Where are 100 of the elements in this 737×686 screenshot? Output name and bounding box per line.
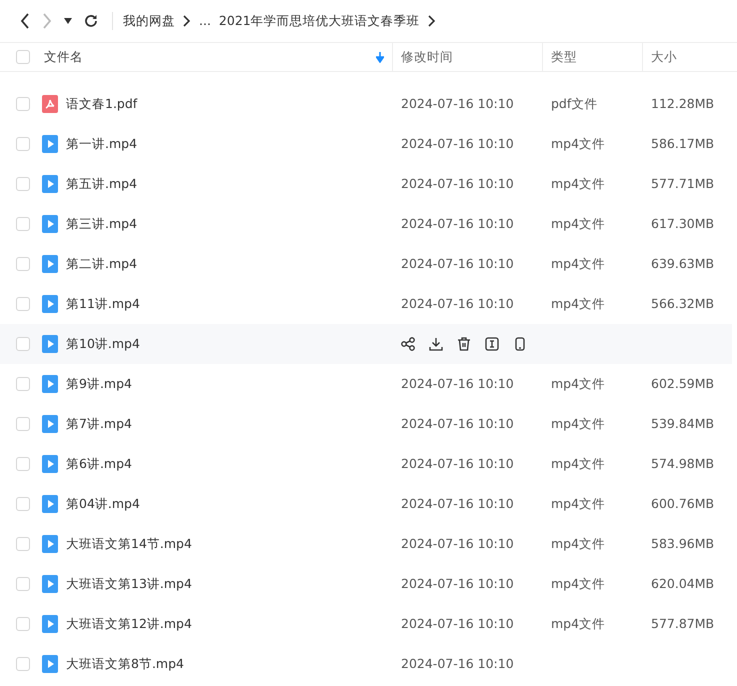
file-row[interactable]: 第6讲.mp4 2024-07-16 10:10 mp4文件 574.98MB bbox=[0, 444, 737, 484]
caret-icon bbox=[64, 18, 72, 24]
file-name[interactable]: 第11讲.mp4 bbox=[66, 294, 140, 314]
refresh-icon bbox=[84, 14, 98, 28]
download-button[interactable] bbox=[429, 337, 443, 351]
file-row[interactable]: 第三讲.mp4 2024-07-16 10:10 mp4文件 617.30MB bbox=[0, 204, 737, 244]
row-checkbox[interactable] bbox=[16, 377, 30, 391]
file-row[interactable]: 语文春1.pdf 2024-07-16 10:10 pdf文件 112.28MB bbox=[0, 84, 737, 124]
row-checkbox[interactable] bbox=[16, 537, 30, 551]
row-checkbox[interactable] bbox=[16, 297, 30, 311]
sort-arrow-icon bbox=[376, 52, 384, 62]
modified-time: 2024-07-16 10:10 bbox=[400, 654, 515, 673]
share-button[interactable] bbox=[401, 337, 415, 351]
video-file-icon bbox=[42, 535, 58, 553]
chevron-icon bbox=[428, 15, 436, 27]
file-row[interactable]: 大班语文第14节.mp4 2024-07-16 10:10 mp4文件 583.96MB bbox=[0, 524, 737, 564]
pdf-file-icon bbox=[42, 95, 58, 113]
video-file-icon bbox=[42, 295, 58, 313]
file-name[interactable]: 第7讲.mp4 bbox=[66, 414, 132, 434]
file-row[interactable]: 大班语文第13讲.mp4 2024-07-16 10:10 mp4文件 620.04MB bbox=[0, 564, 737, 604]
modified-time: 2024-07-16 10:10 bbox=[400, 454, 515, 473]
modified-time: 2024-07-16 10:10 bbox=[400, 374, 515, 393]
file-row[interactable]: 第五讲.mp4 2024-07-16 10:10 mp4文件 577.71MB bbox=[0, 164, 737, 204]
select-all-checkbox[interactable] bbox=[16, 50, 30, 64]
rename-button[interactable] bbox=[485, 337, 499, 351]
file-name[interactable]: 第6讲.mp4 bbox=[66, 454, 132, 474]
file-name[interactable]: 第9讲.mp4 bbox=[66, 374, 132, 394]
file-name[interactable]: 第一讲.mp4 bbox=[66, 134, 138, 154]
file-name[interactable]: 大班语文第13讲.mp4 bbox=[66, 574, 192, 594]
file-row[interactable]: 第11讲.mp4 2024-07-16 10:10 mp4文件 566.32MB bbox=[0, 284, 737, 324]
highlighted-row[interactable]: 第10讲.mp4 bbox=[0, 324, 732, 364]
file-name[interactable]: 第04讲.mp4 bbox=[66, 494, 140, 514]
breadcrumb-link[interactable]: ... bbox=[199, 12, 211, 30]
file-type: mp4文件 bbox=[550, 374, 606, 393]
modified-time: 2024-07-16 10:10 bbox=[400, 174, 515, 193]
row-checkbox[interactable] bbox=[16, 417, 30, 431]
row-checkbox[interactable] bbox=[16, 617, 30, 631]
file-row[interactable]: 第04讲.mp4 2024-07-16 10:10 mp4文件 600.76MB bbox=[0, 484, 737, 524]
delete-button[interactable] bbox=[457, 337, 471, 351]
file-name[interactable]: 第三讲.mp4 bbox=[66, 214, 138, 234]
file-type: mp4文件 bbox=[550, 494, 606, 513]
file-type: mp4文件 bbox=[550, 174, 606, 193]
share-icon bbox=[401, 337, 415, 351]
send-to-phone-button[interactable] bbox=[513, 337, 527, 351]
column-header[interactable]: 类型 bbox=[551, 48, 577, 66]
row-checkbox[interactable] bbox=[16, 497, 30, 511]
rename-icon bbox=[485, 337, 499, 351]
file-row[interactable]: 第一讲.mp4 2024-07-16 10:10 mp4文件 586.17MB bbox=[0, 124, 737, 164]
file-type: mp4文件 bbox=[550, 214, 606, 233]
video-file-icon bbox=[42, 495, 58, 513]
forward-icon bbox=[42, 13, 52, 29]
row-checkbox[interactable] bbox=[16, 217, 30, 231]
file-row[interactable]: 大班语文第12讲.mp4 2024-07-16 10:10 mp4文件 577.87MB bbox=[0, 604, 737, 644]
file-name[interactable]: 大班语文第14节.mp4 bbox=[66, 534, 192, 554]
chevron-icon bbox=[183, 15, 191, 27]
row-checkbox[interactable] bbox=[16, 137, 30, 151]
file-row[interactable]: 大班语文第8节.mp4 2024-07-16 10:10 bbox=[0, 644, 737, 684]
file-row[interactable]: 第7讲.mp4 2024-07-16 10:10 mp4文件 539.84MB bbox=[0, 404, 737, 444]
row-checkbox[interactable] bbox=[16, 97, 30, 111]
file-name[interactable]: 第10讲.mp4 bbox=[66, 334, 140, 354]
trash-icon bbox=[457, 337, 471, 351]
row-checkbox[interactable] bbox=[16, 337, 30, 351]
column-header[interactable]: 文件名 bbox=[44, 48, 83, 66]
file-type: mp4文件 bbox=[550, 574, 606, 593]
video-file-icon bbox=[42, 335, 58, 353]
file-type: mp4文件 bbox=[550, 254, 606, 273]
column-header[interactable]: 修改时间 bbox=[401, 48, 453, 66]
breadcrumb-link[interactable]: 2021年学而思培优大班语文春季班 bbox=[218, 12, 420, 30]
modified-time: 2024-07-16 10:10 bbox=[400, 134, 515, 153]
file-type: mp4文件 bbox=[550, 614, 606, 633]
row-checkbox[interactable] bbox=[16, 257, 30, 271]
file-size: 574.98MB bbox=[650, 454, 716, 473]
row-checkbox[interactable] bbox=[16, 457, 30, 471]
modified-time: 2024-07-16 10:10 bbox=[400, 94, 515, 113]
video-file-icon bbox=[42, 255, 58, 273]
row-checkbox[interactable] bbox=[16, 177, 30, 191]
video-file-icon bbox=[42, 415, 58, 433]
file-size: 639.63MB bbox=[650, 254, 716, 273]
file-name[interactable]: 语文春1.pdf bbox=[66, 94, 138, 114]
file-size: 577.87MB bbox=[650, 614, 716, 633]
modified-time: 2024-07-16 10:10 bbox=[400, 494, 515, 513]
file-size: 112.28MB bbox=[650, 94, 716, 113]
file-type: mp4文件 bbox=[550, 454, 606, 473]
file-row[interactable]: 第9讲.mp4 2024-07-16 10:10 mp4文件 602.59MB bbox=[0, 364, 737, 404]
file-name[interactable]: 第二讲.mp4 bbox=[66, 254, 138, 274]
file-name[interactable]: 第五讲.mp4 bbox=[66, 174, 138, 194]
file-type: mp4文件 bbox=[550, 534, 606, 553]
row-checkbox[interactable] bbox=[16, 577, 30, 591]
video-file-icon bbox=[42, 615, 58, 633]
breadcrumb-link[interactable]: 我的网盘 bbox=[123, 12, 175, 30]
file-size: 583.96MB bbox=[650, 534, 716, 553]
back-icon bbox=[20, 13, 30, 29]
file-size: 620.04MB bbox=[650, 574, 716, 593]
file-name[interactable]: 大班语文第12讲.mp4 bbox=[66, 614, 192, 634]
row-checkbox[interactable] bbox=[16, 657, 30, 671]
download-icon bbox=[429, 337, 443, 351]
column-header[interactable]: 大小 bbox=[651, 48, 677, 66]
file-row[interactable]: 第二讲.mp4 2024-07-16 10:10 mp4文件 639.63MB bbox=[0, 244, 737, 284]
modified-time: 2024-07-16 10:10 bbox=[400, 534, 515, 553]
file-name[interactable]: 大班语文第8节.mp4 bbox=[66, 654, 184, 674]
